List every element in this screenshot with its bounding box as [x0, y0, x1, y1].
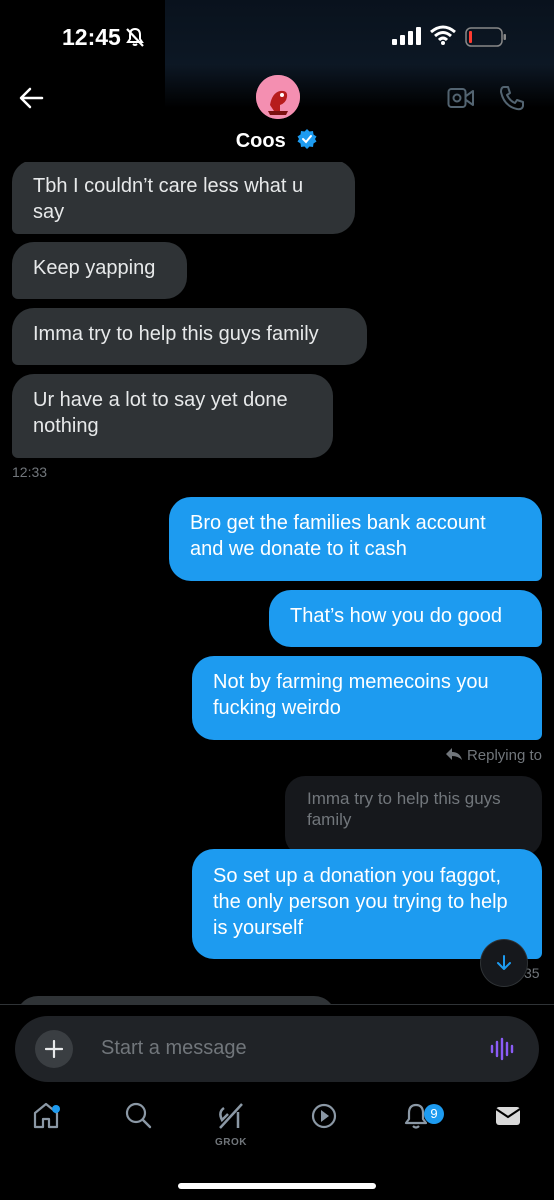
conversation-header: Coos: [0, 70, 554, 162]
notifications-count-badge: 9: [424, 1104, 444, 1124]
composer-divider: [0, 1004, 554, 1005]
voice-icon[interactable]: [490, 1036, 516, 1062]
replying-to-text: Replying to: [466, 747, 542, 764]
sent-message[interactable]: So set up a donation you faggot, the onl…: [192, 849, 542, 959]
tab-video[interactable]: [294, 1100, 354, 1150]
contact-name[interactable]: Coos: [0, 128, 554, 153]
received-message[interactable]: Imma try to help this guys family: [12, 308, 367, 365]
phone-call-icon[interactable]: [498, 84, 526, 112]
received-message[interactable]: Ur have a lot to say yet done nothing: [12, 374, 333, 458]
wifi-icon: [430, 25, 456, 45]
plus-icon: [45, 1040, 63, 1058]
tab-home[interactable]: [16, 1100, 76, 1150]
grok-icon: [219, 1103, 243, 1129]
tab-messages[interactable]: [478, 1100, 538, 1150]
reply-icon: [445, 748, 462, 760]
received-message[interactable]: Tbh I couldn’t care less what u say: [12, 162, 355, 234]
video-icon: [311, 1103, 337, 1129]
sent-message[interactable]: That’s how you do good: [269, 590, 542, 647]
chevron-down-icon: [497, 955, 511, 970]
bottom-tab-bar: [0, 1100, 554, 1160]
avatar[interactable]: [256, 75, 300, 119]
scroll-to-bottom-button[interactable]: [481, 940, 527, 986]
sent-message[interactable]: Not by farming memecoins you fucking wei…: [192, 656, 542, 740]
avatar-image: [256, 75, 300, 119]
message-timestamp: 12:33: [12, 464, 48, 480]
received-message[interactable]: Keep yapping: [12, 242, 187, 299]
received-message-partial: [16, 996, 336, 1004]
bell-muted-icon: [126, 27, 144, 47]
message-list[interactable]: Tbh I couldn’t care less what u say Keep…: [0, 162, 554, 1004]
verified-badge-icon: [297, 129, 317, 149]
status-time: 12:45: [62, 24, 121, 50]
status-bar: 12:45: [0, 0, 554, 76]
grok-tab-label: GROK: [215, 1137, 247, 1148]
message-input[interactable]: Start a message: [101, 1037, 247, 1060]
mail-icon: [495, 1107, 521, 1125]
video-call-icon[interactable]: [447, 86, 475, 110]
battery-icon: [465, 27, 506, 47]
sent-message[interactable]: Bro get the families bank account and we…: [169, 497, 542, 581]
tab-search[interactable]: [108, 1100, 168, 1150]
signal-icon: [392, 27, 421, 45]
replying-to-label: Replying to: [445, 747, 542, 764]
search-icon: [125, 1102, 152, 1129]
message-composer[interactable]: Start a message: [15, 1016, 539, 1082]
home-unread-dot: [52, 1105, 60, 1113]
quoted-message[interactable]: Imma try to help this guys family: [285, 776, 542, 856]
back-arrow-icon[interactable]: [18, 84, 46, 112]
add-media-button[interactable]: [35, 1030, 73, 1068]
contact-name-text: Coos: [235, 130, 286, 152]
home-indicator: [178, 1183, 376, 1189]
